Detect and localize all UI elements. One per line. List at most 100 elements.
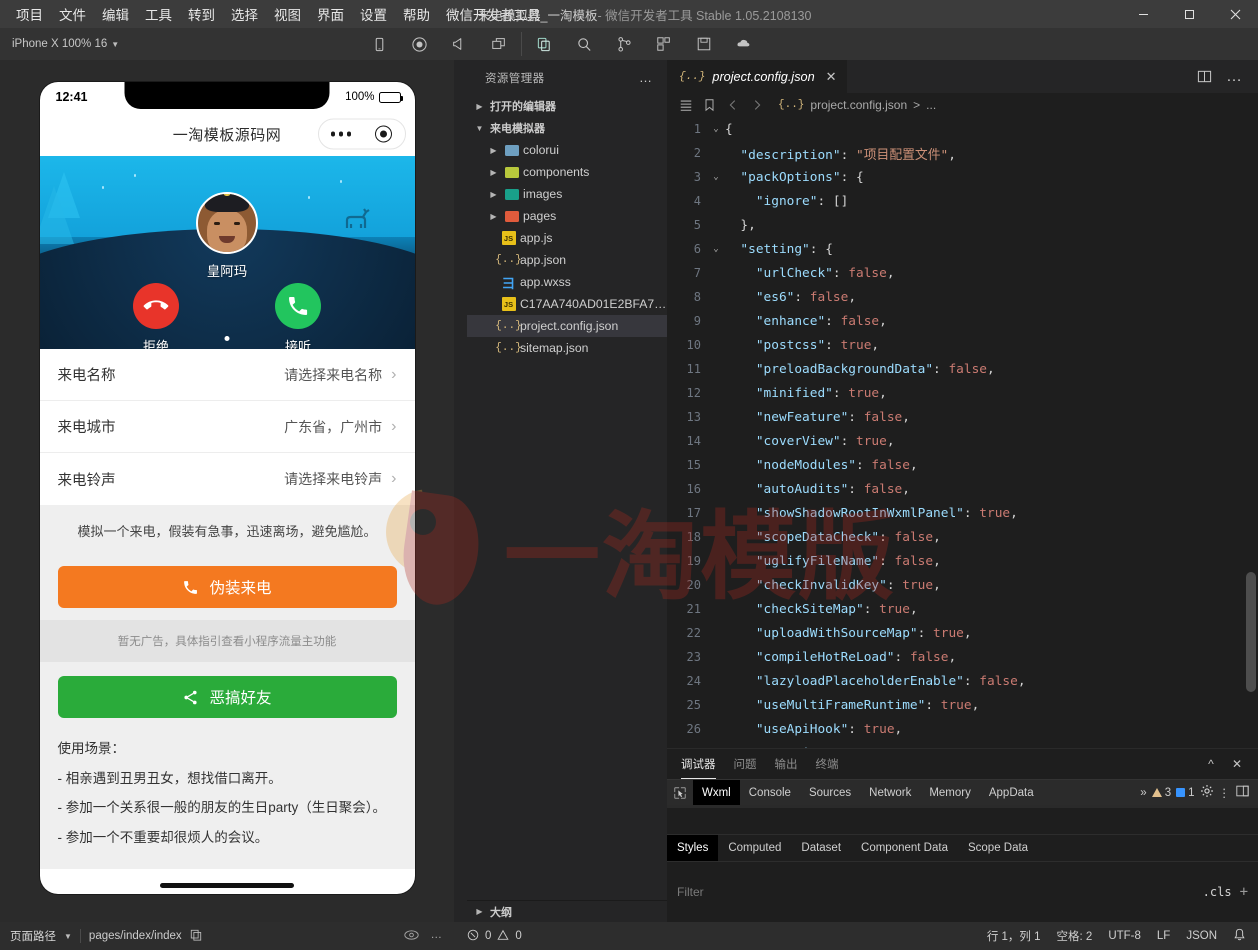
language-mode[interactable]: JSON xyxy=(1186,930,1217,942)
filter-input[interactable]: Filter xyxy=(677,885,704,899)
minimize-button[interactable] xyxy=(1120,0,1166,28)
source-control-icon[interactable] xyxy=(604,28,644,60)
explorer-section-0[interactable]: ▶打开的编辑器 xyxy=(467,95,667,117)
fake-call-button[interactable]: 伪装来电 xyxy=(58,566,397,608)
window-icon[interactable] xyxy=(479,28,519,60)
settings-row-2[interactable]: 来电铃声请选择来电铃声› xyxy=(40,453,415,505)
code-line-11[interactable]: 11 "preloadBackgroundData": false, xyxy=(667,357,1258,381)
fold-chevron-icon[interactable]: ⌄ xyxy=(707,244,725,254)
split-editor-icon[interactable] xyxy=(1190,60,1218,93)
code-line-7[interactable]: 7 "urlCheck": false, xyxy=(667,261,1258,285)
file-item-colorui[interactable]: ▶colorui xyxy=(467,139,667,161)
menu-item-3[interactable]: 工具 xyxy=(137,1,180,27)
chevron-right-icon[interactable]: ▶ xyxy=(487,146,500,155)
close-icon[interactable]: ✕ xyxy=(1226,749,1248,779)
code-line-2[interactable]: 2 "description": "项目配置文件", xyxy=(667,141,1258,165)
code-line-23[interactable]: 23 "compileHotReLoad": false, xyxy=(667,645,1258,669)
panel-tab-2[interactable]: 输出 xyxy=(775,749,798,779)
share-friend-button[interactable]: 恶搞好友 xyxy=(58,676,397,718)
chevron-down-icon[interactable]: ▼ xyxy=(64,932,72,941)
file-item-images[interactable]: ▶images xyxy=(467,183,667,205)
code-line-27[interactable]: 27 "useApiHostProcess": true, xyxy=(667,741,1258,748)
overflow-icon[interactable]: » xyxy=(1140,787,1146,799)
style-tab-component-data[interactable]: Component Data xyxy=(851,835,958,861)
menu-item-0[interactable]: 项目 xyxy=(8,1,51,27)
eol-mode[interactable]: LF xyxy=(1157,930,1170,942)
add-rule-button[interactable]: + xyxy=(1240,884,1248,900)
devtools-tab-console[interactable]: Console xyxy=(740,780,800,805)
code-line-5[interactable]: 5 }, xyxy=(667,213,1258,237)
settings-row-1[interactable]: 来电城市广东省，广州市› xyxy=(40,401,415,453)
close-button[interactable] xyxy=(1212,0,1258,28)
style-tab-computed[interactable]: Computed xyxy=(718,835,791,861)
encoding[interactable]: UTF-8 xyxy=(1108,930,1141,942)
panel-tab-3[interactable]: 终端 xyxy=(816,749,839,779)
devtools-tab-wxml[interactable]: Wxml xyxy=(693,780,740,805)
indentation[interactable]: 空格: 2 xyxy=(1057,928,1093,944)
menu-item-8[interactable]: 设置 xyxy=(352,1,395,27)
code-line-4[interactable]: 4 "ignore": [] xyxy=(667,189,1258,213)
chevron-right-icon[interactable]: ▶ xyxy=(487,190,500,199)
volume-icon[interactable] xyxy=(439,28,479,60)
menu-item-1[interactable]: 文件 xyxy=(51,1,94,27)
code-line-8[interactable]: 8 "es6": false, xyxy=(667,285,1258,309)
copy-icon[interactable] xyxy=(524,28,564,60)
style-tab-dataset[interactable]: Dataset xyxy=(791,835,851,861)
file-item-app-json[interactable]: {..}app.json xyxy=(467,249,667,271)
code-editor[interactable]: 1⌄{2 "description": "项目配置文件",3⌄ "packOpt… xyxy=(667,117,1258,748)
cursor-position[interactable]: 行 1，列 1 xyxy=(987,928,1041,944)
file-item-project-config-json[interactable]: {..}project.config.json xyxy=(467,315,667,337)
menu-item-5[interactable]: 选择 xyxy=(223,1,266,27)
menu-item-9[interactable]: 帮助 xyxy=(395,1,438,27)
simulator-more-icon[interactable]: … xyxy=(431,929,443,944)
code-line-16[interactable]: 16 "autoAudits": false, xyxy=(667,477,1258,501)
outline-section[interactable]: ▶ 大纲 xyxy=(467,900,667,922)
file-item-pages[interactable]: ▶pages xyxy=(467,205,667,227)
file-item-app-wxss[interactable]: 彐app.wxss xyxy=(467,271,667,293)
fold-chevron-icon[interactable]: ⌄ xyxy=(707,172,725,182)
code-line-25[interactable]: 25 "useMultiFrameRuntime": true, xyxy=(667,693,1258,717)
save-icon[interactable] xyxy=(684,28,724,60)
panel-tab-1[interactable]: 问题 xyxy=(734,749,757,779)
back-arrow-icon[interactable] xyxy=(726,98,740,112)
editor-scrollbar[interactable] xyxy=(1246,572,1256,692)
outline-toggle-icon[interactable] xyxy=(679,98,693,112)
code-line-12[interactable]: 12 "minified": true, xyxy=(667,381,1258,405)
devtools-tab-appdata[interactable]: AppData xyxy=(980,780,1043,805)
code-line-26[interactable]: 26 "useApiHook": true, xyxy=(667,717,1258,741)
panel-tab-0[interactable]: 调试器 xyxy=(681,749,716,779)
copy-path-icon[interactable] xyxy=(190,929,202,944)
file-item-sitemap-json[interactable]: {..}sitemap.json xyxy=(467,337,667,359)
cls-button[interactable]: .cls xyxy=(1203,885,1232,899)
reject-call-button[interactable]: 拒绝 xyxy=(133,283,179,349)
close-capsule-icon[interactable] xyxy=(375,126,392,143)
chevron-right-icon[interactable]: ▶ xyxy=(487,212,500,221)
more-icon[interactable] xyxy=(331,132,352,137)
explorer-section-1[interactable]: ▼来电模拟器 xyxy=(467,117,667,139)
page-path-label[interactable]: 页面路径 xyxy=(10,928,56,944)
code-line-17[interactable]: 17 "showShadowRootInWxmlPanel": true, xyxy=(667,501,1258,525)
chevron-right-icon[interactable]: ▶ xyxy=(487,168,500,177)
code-line-20[interactable]: 20 "checkInvalidKey": true, xyxy=(667,573,1258,597)
devtools-more-icon[interactable]: ⋮ xyxy=(1219,786,1231,800)
editor-more-icon[interactable]: … xyxy=(1220,60,1248,93)
close-icon[interactable]: ✕ xyxy=(826,69,837,85)
menu-item-2[interactable]: 编辑 xyxy=(94,1,137,27)
inspect-element-icon[interactable] xyxy=(667,780,693,805)
code-line-10[interactable]: 10 "postcss": true, xyxy=(667,333,1258,357)
menu-item-4[interactable]: 转到 xyxy=(180,1,223,27)
extensions-icon[interactable] xyxy=(644,28,684,60)
code-line-1[interactable]: 1⌄{ xyxy=(667,117,1258,141)
answer-call-button[interactable]: 接听 xyxy=(275,283,321,349)
device-selector[interactable]: iPhone X 100% 16 ▼ xyxy=(0,38,119,50)
menu-item-6[interactable]: 视图 xyxy=(266,1,309,27)
file-item-app-js[interactable]: JSapp.js xyxy=(467,227,667,249)
code-line-24[interactable]: 24 "lazyloadPlaceholderEnable": false, xyxy=(667,669,1258,693)
devtools-tab-network[interactable]: Network xyxy=(860,780,920,805)
file-item-components[interactable]: ▶components xyxy=(467,161,667,183)
code-line-3[interactable]: 3⌄ "packOptions": { xyxy=(667,165,1258,189)
fold-chevron-icon[interactable]: ⌄ xyxy=(707,124,725,134)
wechat-capsule[interactable] xyxy=(318,119,406,150)
settings-gear-icon[interactable] xyxy=(1200,784,1214,801)
settings-row-0[interactable]: 来电名称请选择来电名称› xyxy=(40,349,415,401)
